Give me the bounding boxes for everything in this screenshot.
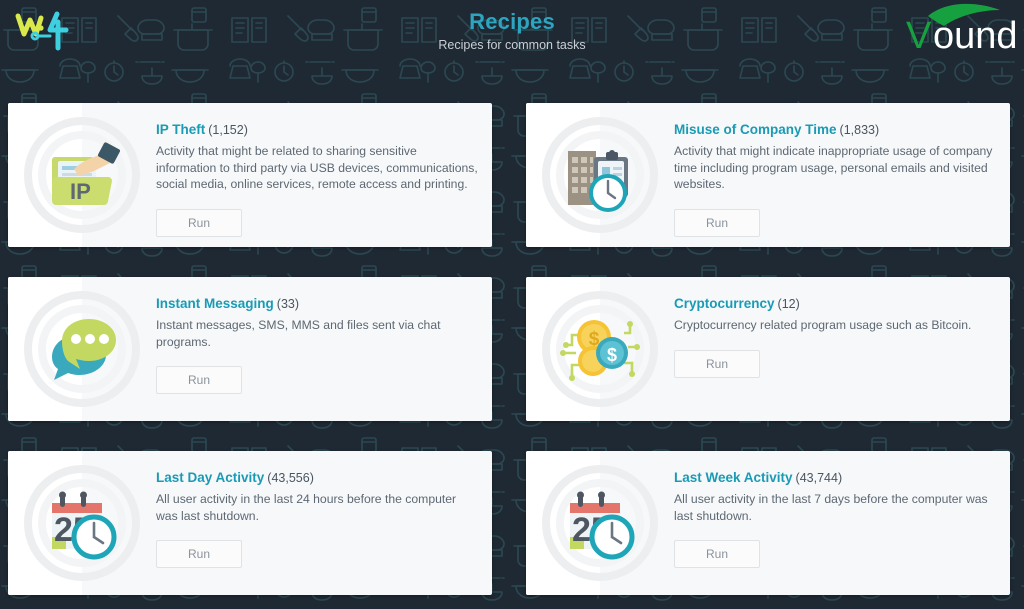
recipe-card-instant-messaging[interactable]: Instant Messaging (33) Instant messages, …	[8, 277, 492, 421]
run-button[interactable]: Run	[156, 366, 242, 394]
card-count: (43,744)	[795, 471, 843, 485]
card-icon-pane	[8, 277, 156, 421]
instant-messaging-icon	[24, 291, 140, 407]
header-title-block: Recipes Recipes for common tasks	[438, 9, 585, 54]
w4-app-logo-icon	[15, 11, 69, 51]
company-time-icon	[542, 117, 658, 233]
run-button[interactable]: Run	[674, 349, 760, 378]
card-description: All user activity in the last 7 days bef…	[674, 492, 988, 523]
card-body: Cryptocurrency (12) Cryptocurrency relate…	[674, 277, 1010, 421]
card-title: Misuse of Company Time	[674, 122, 837, 137]
card-count: (1,152)	[208, 123, 248, 137]
card-title-row: IP Theft (1,152)	[156, 121, 478, 139]
card-title: IP Theft	[156, 122, 206, 137]
card-body: Last Week Activity (43,744) All user acti…	[674, 451, 1010, 595]
card-body: IP Theft (1,152) Activity that might be r…	[156, 103, 492, 247]
recipe-card-last-day-activity[interactable]: 25 Last Day Activity(43,556) All user ac…	[8, 451, 492, 595]
card-title-row: Cryptocurrency (12)	[674, 295, 996, 313]
card-description: Cryptocurrency related program usage suc…	[674, 318, 972, 332]
card-title-row: Last Day Activity (43,556)	[156, 469, 478, 487]
card-count: (1,833)	[839, 123, 880, 137]
card-title: Last Day Activity	[156, 470, 265, 485]
recipes-grid: IP IP Theft (1,152) Activity that might b…	[0, 60, 1024, 595]
recipe-card-cryptocurrency[interactable]: $ $ Cryptocurrency (12) Cryptocurrency re…	[526, 277, 1010, 421]
card-title: Cryptocurrency	[674, 296, 775, 311]
recipe-card-misuse-of-company-time[interactable]: Misuse of Company Time (1,833) Activity t…	[526, 103, 1010, 247]
card-icon-pane: IP	[8, 103, 156, 247]
card-count: (33)	[276, 297, 300, 311]
page-subtitle: Recipes for common tasks	[438, 37, 586, 52]
svg-text:$: $	[607, 345, 617, 365]
vound-brand-logo: V ound	[906, 3, 1018, 57]
card-body: Last Day Activity (43,556) All user activ…	[156, 451, 492, 595]
last-day-activity-icon: 25	[24, 465, 140, 581]
card-title: Instant Messaging	[156, 296, 274, 311]
recipe-card-ip-theft[interactable]: IP IP Theft (1,152) Activity that might b…	[8, 103, 492, 247]
card-title-row: Last Week Activity (43,744)	[674, 469, 996, 487]
card-description: Activity that might be related to sharin…	[156, 144, 478, 191]
card-title: Last Week Activity	[674, 470, 793, 485]
recipe-card-last-week-activity[interactable]: 25 Last Week Activity(43,744) All user a…	[526, 451, 1010, 595]
card-icon-pane: $ $	[526, 277, 674, 421]
run-button[interactable]: Run	[674, 540, 760, 568]
card-body: Misuse of Company Time (1,833) Activity t…	[674, 103, 1010, 247]
run-button[interactable]: Run	[156, 208, 242, 237]
card-icon-pane	[526, 103, 674, 247]
card-description: Instant messages, SMS, MMS and files sen…	[156, 318, 441, 349]
ip-theft-icon: IP	[24, 117, 140, 233]
card-count: (43,556)	[267, 471, 314, 485]
card-description: All user activity in the last 24 hours b…	[156, 492, 457, 523]
card-description: Activity that might indicate inappropria…	[674, 144, 993, 191]
card-body: Instant Messaging (33) Instant messages, …	[156, 277, 492, 421]
run-button[interactable]: Run	[674, 208, 760, 237]
page-title: Recipes	[469, 8, 555, 34]
card-title-row: Instant Messaging (33)	[156, 295, 478, 313]
svg-text:ound: ound	[933, 15, 1018, 57]
run-button[interactable]: Run	[156, 540, 242, 568]
app-header: Recipes Recipes for common tasks V ound	[0, 0, 1024, 60]
cryptocurrency-icon: $ $	[542, 291, 658, 407]
last-week-activity-icon: 25	[542, 465, 658, 581]
svg-text:V: V	[906, 15, 932, 57]
card-icon-pane: 25	[526, 451, 674, 595]
card-title-row: Misuse of Company Time (1,833)	[674, 121, 996, 139]
card-count: (12)	[777, 297, 800, 311]
svg-text:IP: IP	[70, 179, 91, 204]
card-icon-pane: 25	[8, 451, 156, 595]
